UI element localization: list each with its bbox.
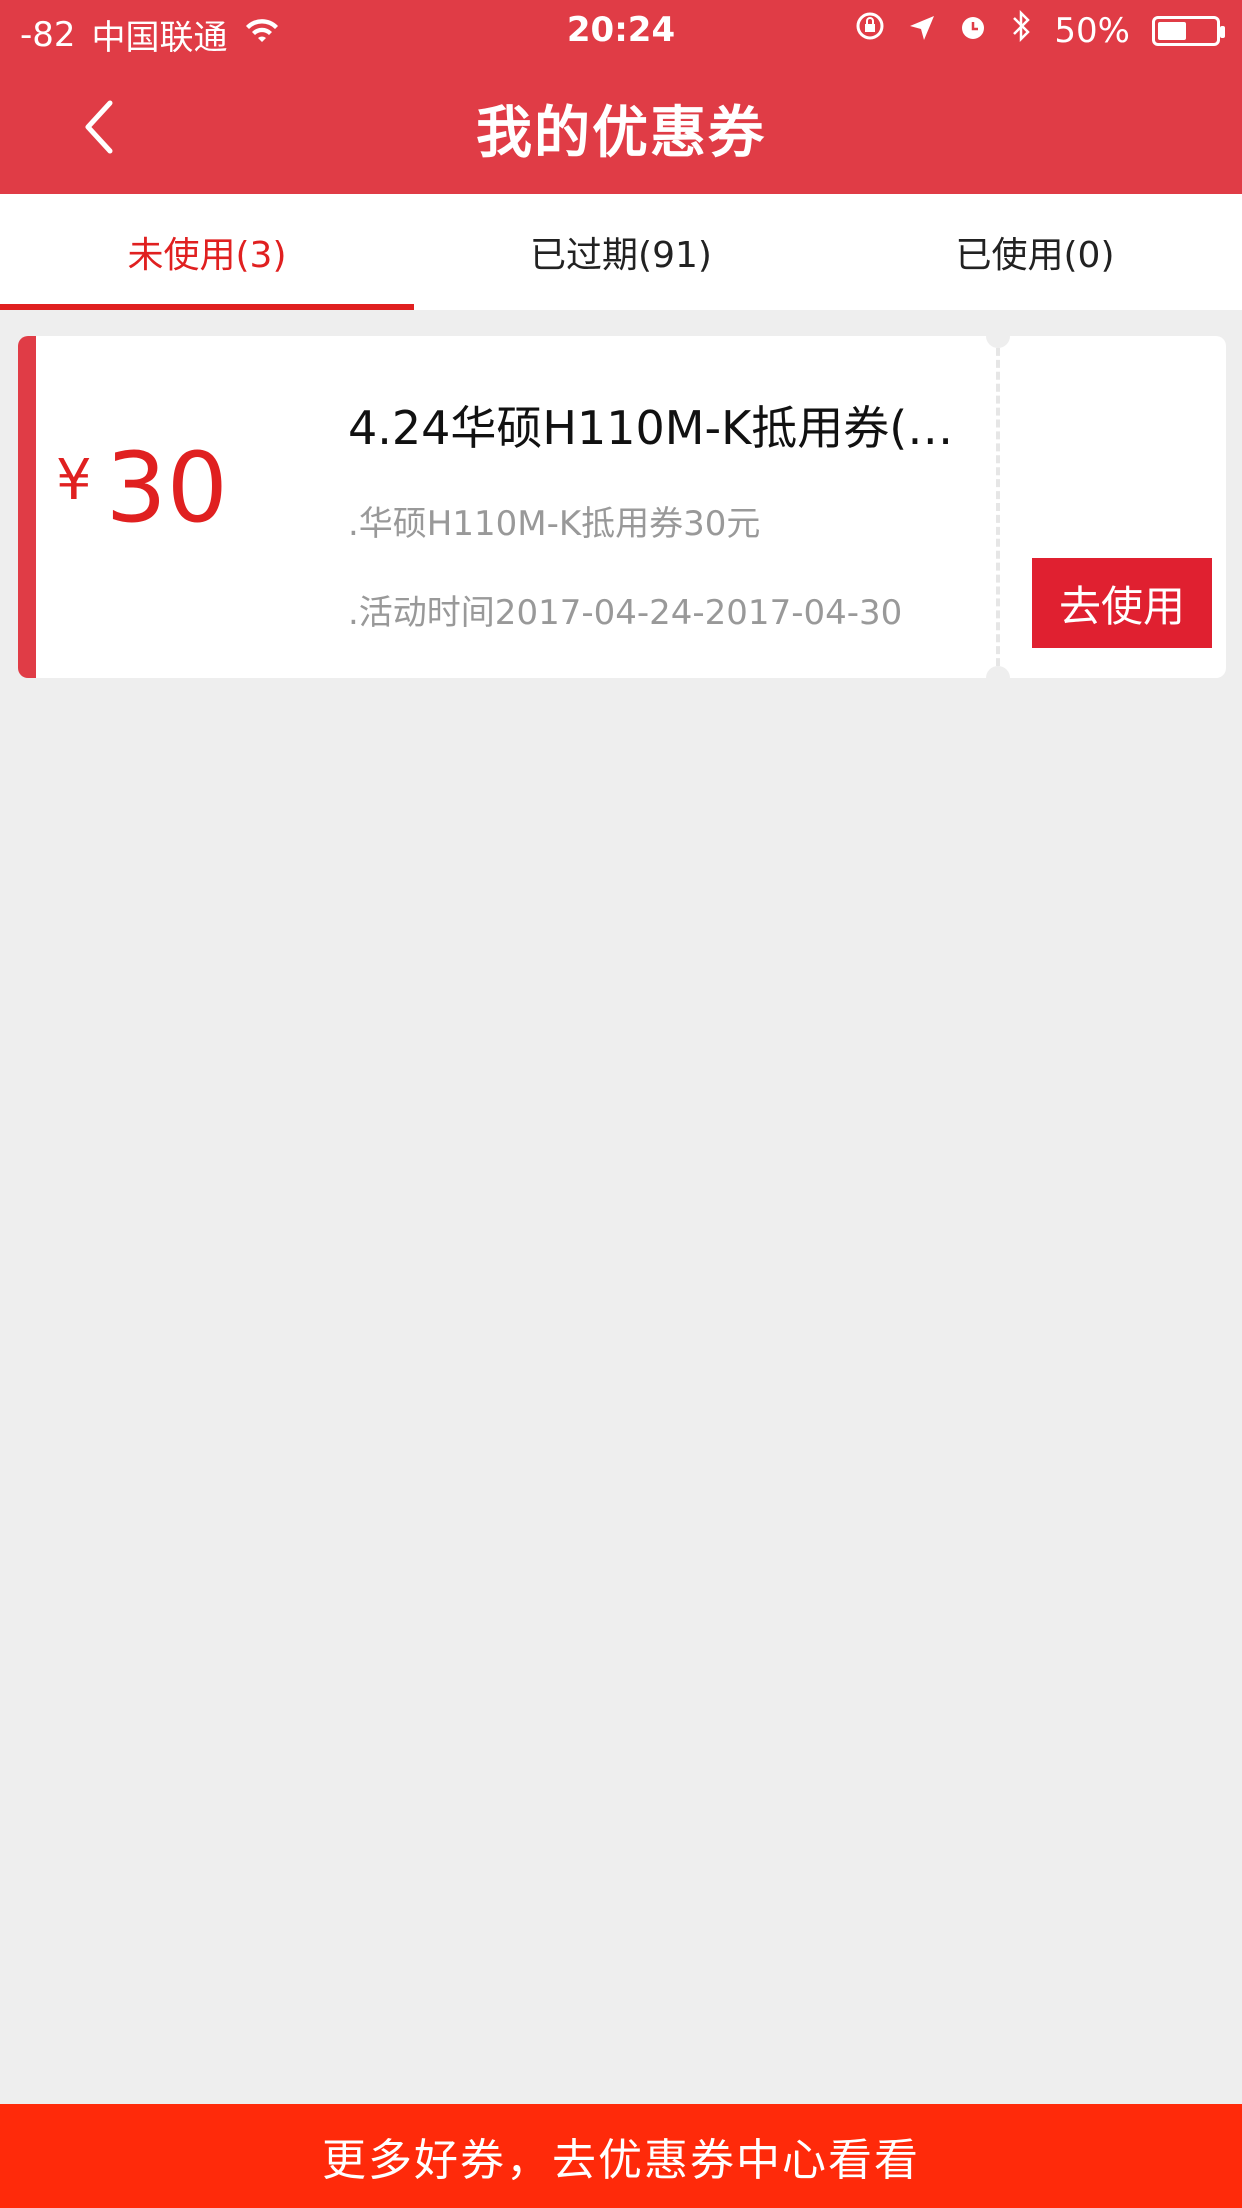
page-title: 我的优惠券 [476, 101, 766, 166]
coupon-divider [996, 336, 1000, 678]
battery-fill [1158, 21, 1186, 40]
coupon-notch-bottom [986, 666, 1010, 678]
status-right: 50% [854, 9, 1225, 51]
nav-bar: 我的优惠券 [0, 62, 1242, 194]
battery-percent: 50% [1054, 10, 1130, 51]
amount-value: 30 [105, 432, 228, 544]
location-arrow-icon [908, 11, 936, 51]
rotation-lock-icon [854, 10, 886, 51]
app-header: -82 中国联通 20:24 50% 我的优惠券 [0, 0, 1242, 194]
tab-expired[interactable]: 已过期(91) [414, 194, 828, 310]
battery-icon [1152, 15, 1225, 46]
coupon-period: .活动时间2017-04-24-2017-04-30 [348, 593, 903, 633]
use-coupon-button[interactable]: 去使用 [1032, 558, 1212, 648]
alarm-icon [958, 11, 988, 51]
coupon-info: 4.24华硕H110M-K抵用券(可与其他活动叠加) .华硕H110M-K抵用券… [348, 392, 998, 634]
coupon-title: 4.24华硕H110M-K抵用券(可与其他活动叠加) [348, 401, 998, 455]
status-bar: -82 中国联通 20:24 50% [0, 0, 1242, 62]
coupon-center-link[interactable]: 更多好券，去优惠券中心看看 [0, 2104, 1242, 2208]
coupon-notch-top [986, 336, 1010, 348]
coupon-amount: ¥ 30 [56, 436, 228, 536]
tab-used[interactable]: 已使用(0) [828, 194, 1242, 310]
coupon-card: ¥ 30 4.24华硕H110M-K抵用券(可与其他活动叠加) .华硕H110M… [18, 336, 1226, 678]
currency-symbol: ¥ [56, 448, 92, 513]
coupon-description: .华硕H110M-K抵用券30元 [348, 504, 761, 544]
bluetooth-icon [1010, 9, 1032, 51]
coupon-tabs: 未使用(3) 已过期(91) 已使用(0) [0, 194, 1242, 310]
tab-unused[interactable]: 未使用(3) [0, 194, 414, 310]
